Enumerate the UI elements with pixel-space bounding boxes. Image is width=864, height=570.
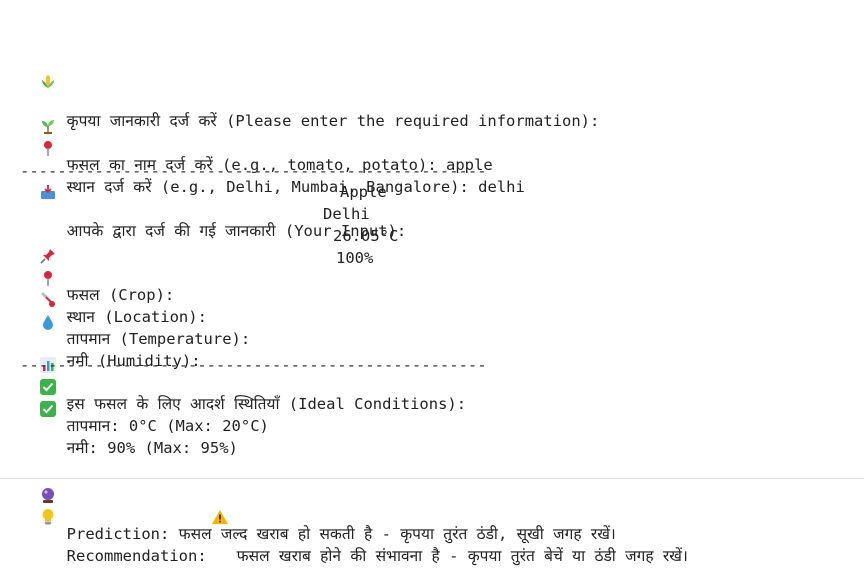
separator-bottom: ----------------------------------------… <box>20 356 487 374</box>
detail-row-temperature: तापमान (Temperature): 26.05°C <box>20 225 620 348</box>
recommendation-label: Recommendation: <box>66 547 207 565</box>
corn-icon <box>39 29 59 88</box>
your-input-heading: आपके द्वारा दर्ज की गई जानकारी (Your Inp… <box>20 117 406 240</box>
recommendation-text: फसल खराब होने की संभावना है - कृपया तुरं… <box>236 547 688 565</box>
bottom-divider <box>0 478 864 479</box>
inbox-icon <box>39 139 59 199</box>
detail-value: Delhi <box>323 205 370 223</box>
detail-row-crop: फसल (Crop): Apple <box>20 181 620 304</box>
detail-row-location: स्थान (Location): Delhi <box>20 203 620 326</box>
lightbulb-icon <box>39 464 59 525</box>
detail-value: 100% <box>336 249 374 267</box>
separator-top: ----------------------------------------… <box>20 162 487 180</box>
location-prompt-line: स्थान दर्ज करें (e.g., Delhi, Mumbai, Ba… <box>20 73 525 196</box>
ideal-item-humidity: नमी: 90% (Max: 95%) <box>20 334 238 457</box>
intro-line: कृपया जानकारी दर्ज करें (Please enter th… <box>20 7 599 130</box>
detail-value: Apple <box>340 183 387 201</box>
ideal-item-temperature: तापमान: 0°C (Max: 20°C) <box>20 312 269 435</box>
pin-icon <box>39 95 59 156</box>
prediction-text: Prediction: फसल जल्द खराब हो सकती है - क… <box>66 525 616 543</box>
ideal-heading-text: इस फसल के लिए आदर्श स्थितियाँ (Ideal Con… <box>66 395 467 413</box>
ideal-heading: इस फसल के लिए आदर्श स्थितियाँ (Ideal Con… <box>20 290 466 413</box>
recommendation-line: Recommendation: फसल खराब होने की संभावना… <box>20 442 688 565</box>
detail-row-humidity: नमी (Humidity): 100% <box>20 247 620 370</box>
crop-prompt-line: फसल का नाम दर्ज करें (e.g., tomato, pota… <box>20 51 493 174</box>
detail-value: 26.05°C <box>333 227 399 245</box>
prediction-line: Prediction: फसल जल्द खराब हो सकती है - क… <box>20 420 616 543</box>
droplet-icon <box>39 269 59 330</box>
